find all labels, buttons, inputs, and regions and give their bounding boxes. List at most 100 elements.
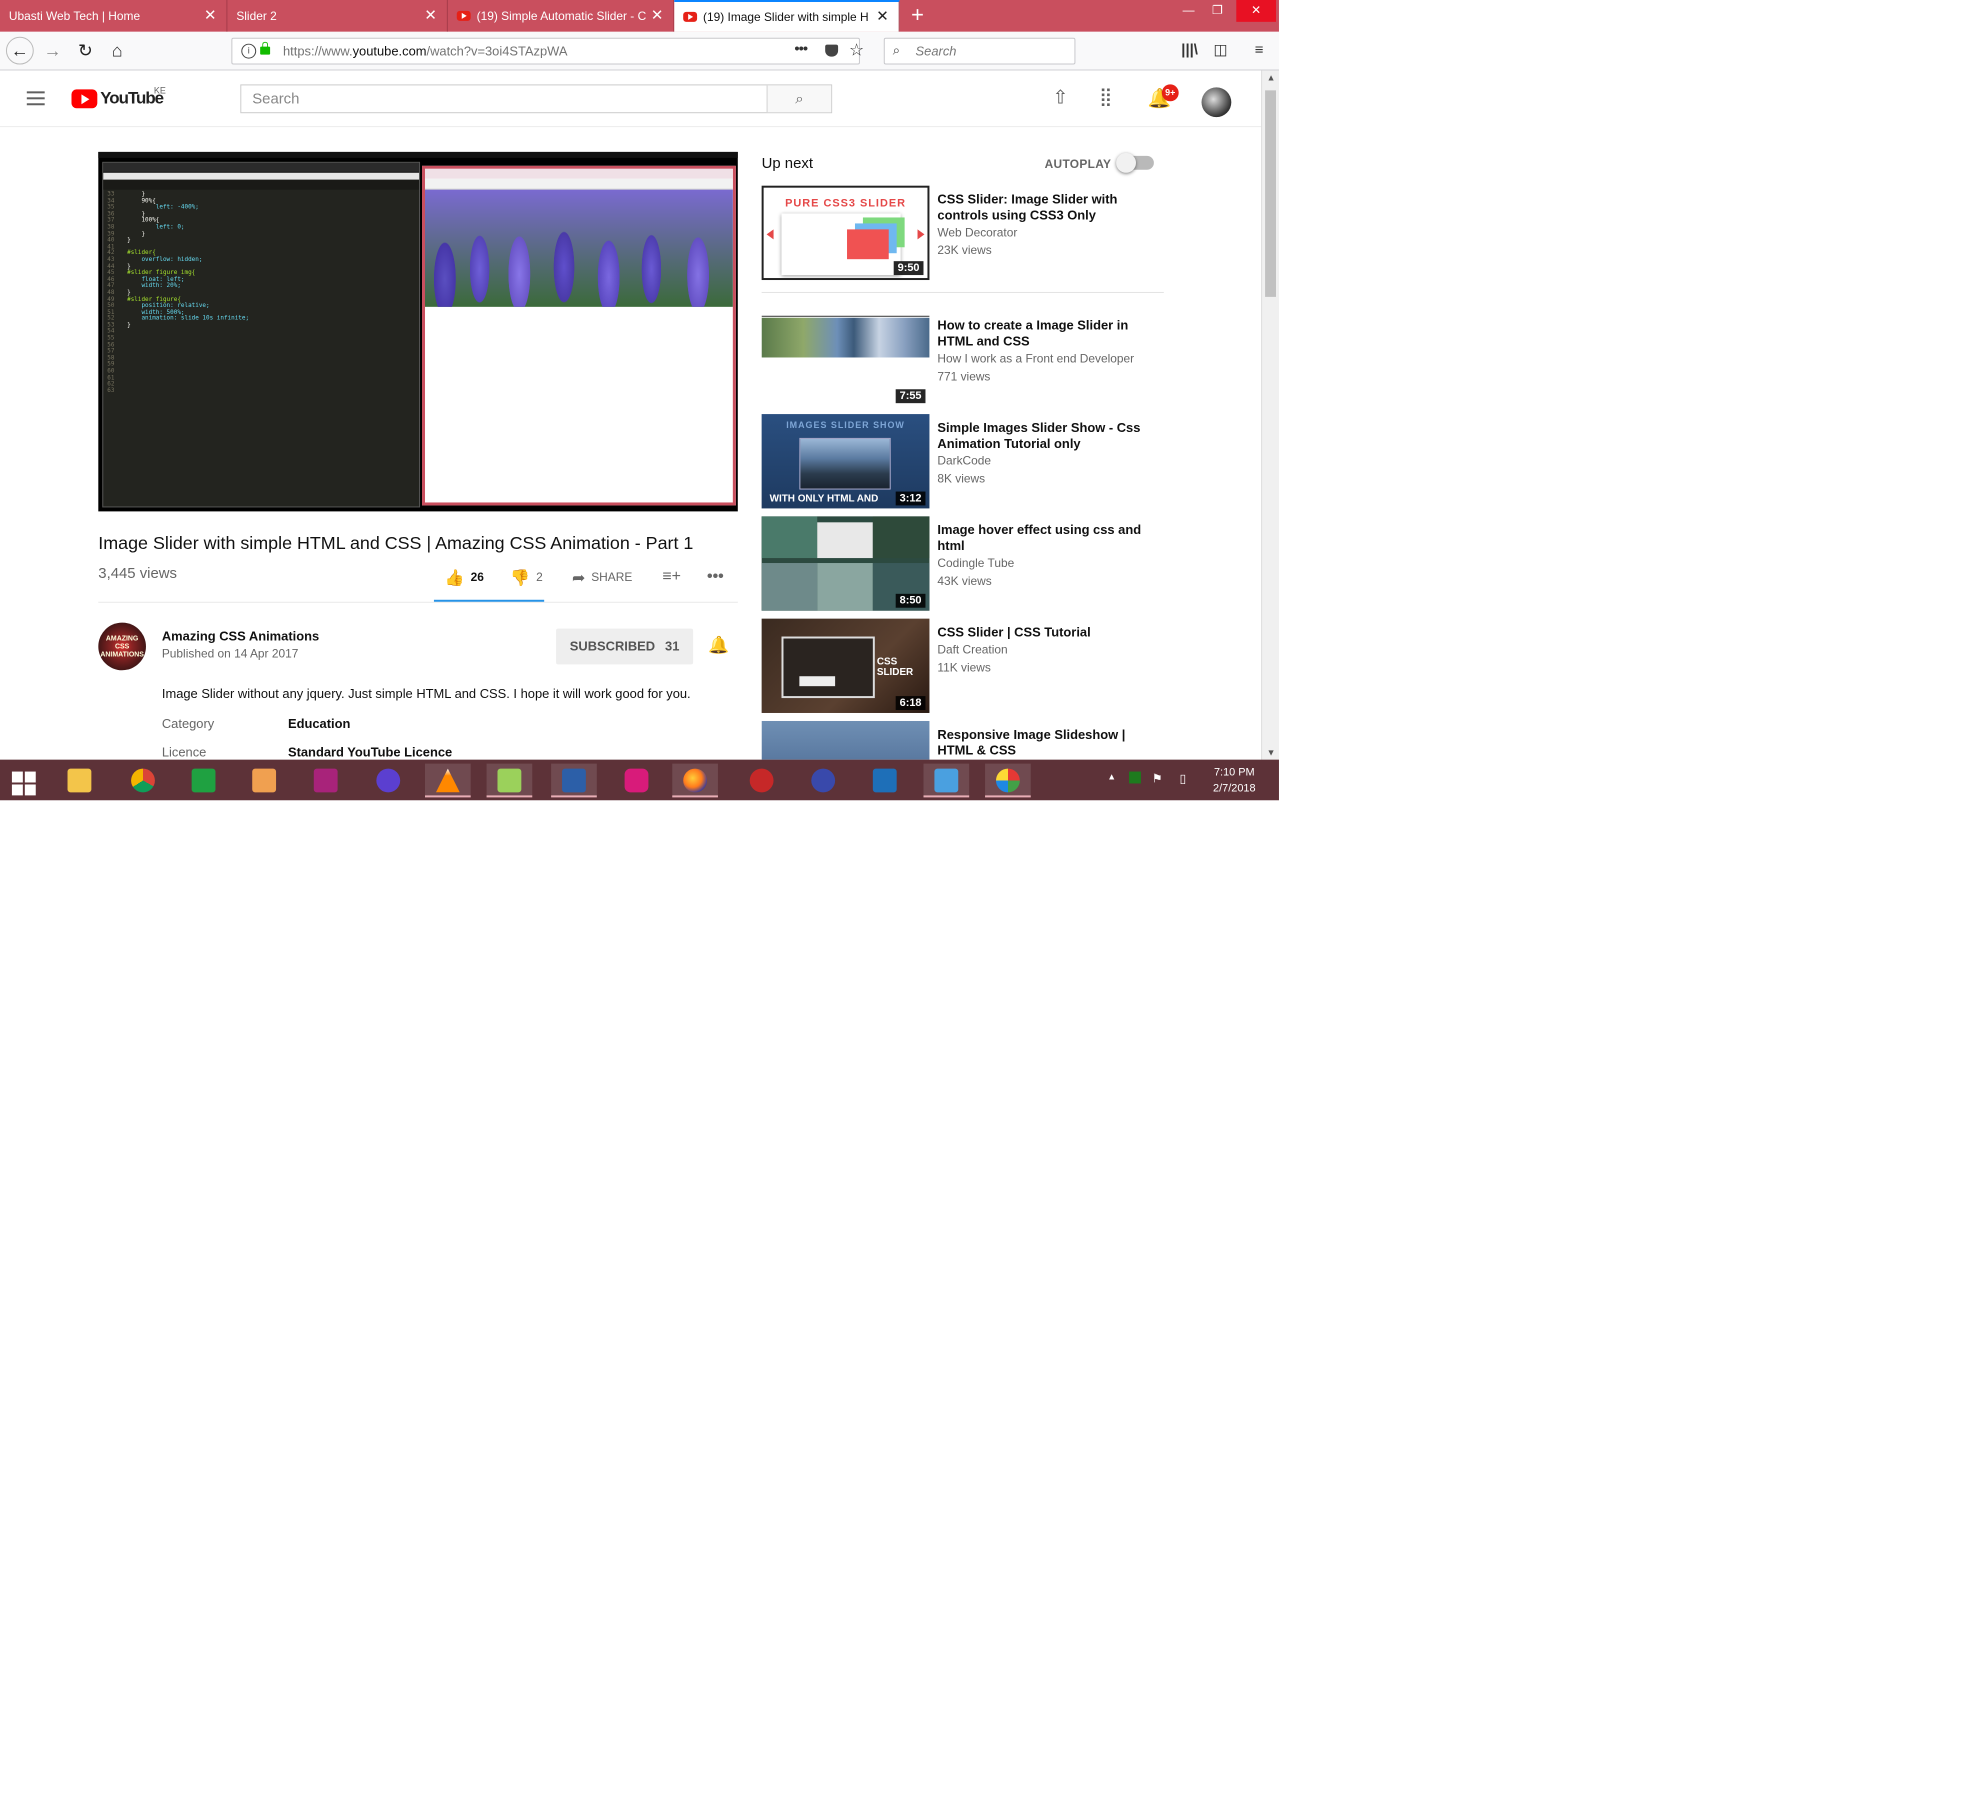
browser-tab[interactable]: Slider 2 ✕ [227,0,448,32]
paint-icon[interactable] [985,763,1031,798]
action-center-flag-icon[interactable]: ⚑ [1152,772,1163,786]
code-line: 63 [107,387,415,395]
channel-name: Web Decorator [937,225,1018,240]
video-title[interactable]: CSS Slider | CSS Tutorial [937,625,1146,641]
search-placeholder: Search [252,90,300,108]
library-icon[interactable]: |||\ [1178,38,1202,64]
channel-avatar[interactable]: AMAZING CSS ANIMATIONS [98,622,146,671]
video-title[interactable]: Image hover effect using css and html [937,522,1146,554]
add-to-playlist-icon[interactable]: ≡+ [662,568,681,586]
code-editor-screenshot: 33 } 34 90%{35 left: -400%; 36 } 37 100%{38… [102,161,421,508]
category-value[interactable]: Education [288,716,350,731]
battery-icon[interactable]: ▯ [1180,772,1187,786]
back-icon[interactable]: ← [5,36,34,65]
video-title[interactable]: Simple Images Slider Show - Css Animatio… [937,420,1146,452]
recommended-video[interactable]: PURE CSS3 SLIDER 9:50 CSS Slider: Image … [761,185,1169,281]
video-thumbnail[interactable]: 7:55 [761,311,930,407]
red-app-icon[interactable] [739,764,785,798]
url-prefix: https://www. [283,43,353,59]
chrome-icon[interactable] [120,764,166,798]
tray-overflow-icon[interactable]: ▲ [1107,772,1116,782]
channel-name[interactable]: Amazing CSS Animations [162,629,319,644]
share-button[interactable]: ➦ SHARE [572,568,632,588]
address-bar[interactable]: i https://www.youtube.com/watch?v=3oi4ST… [231,37,864,65]
browser-tab[interactable]: (19) Simple Automatic Slider - C ✕ [448,0,675,32]
youtube-search-input[interactable]: Search ⌕ [240,84,833,114]
recommended-video[interactable]: IMAGES SLIDER SHOW WITH ONLY HTML AND 3:… [761,414,1169,509]
subscriber-count: 31 [665,638,680,654]
video-thumbnail[interactable] [761,720,930,760]
search-button[interactable]: ⌕ [766,85,832,113]
scrollbar-thumb[interactable] [1265,90,1277,297]
windows-taskbar: ▲ ⚑ ▯ [0,759,1279,801]
tab-strip: Ubasti Web Tech | Home ✕ Slider 2 ✕ (19)… [0,0,1279,32]
remote-desktop-icon[interactable] [923,763,970,798]
upload-icon[interactable]: ⇧ [1053,86,1069,109]
restore-icon[interactable]: ❐ [1201,0,1235,22]
account-avatar[interactable] [1201,87,1232,118]
video-thumbnail[interactable]: PURE CSS3 SLIDER 9:50 [761,185,930,281]
page-actions-icon[interactable]: ••• [794,39,808,61]
file-explorer-icon[interactable] [57,764,103,798]
video-title[interactable]: Responsive Image Slideshow | HTML & CSS [937,727,1146,759]
video-thumbnail[interactable]: 8:50 [761,516,930,611]
media-player-icon[interactable] [241,764,287,798]
tray-app-icon[interactable] [1129,771,1141,784]
windows-start-icon[interactable] [11,771,36,796]
video-title[interactable]: How to create a Image Slider in HTML and… [937,318,1146,350]
pocket-icon[interactable] [825,44,839,57]
recommended-video[interactable]: CSS SLIDER 6:18 CSS Slider | CSS Tutoria… [761,618,1169,714]
camera-icon[interactable] [303,764,349,798]
licence-label: Licence [161,744,207,760]
close-tab-icon[interactable]: ✕ [651,0,663,32]
close-tab-icon[interactable]: ✕ [876,2,888,32]
search-placeholder: Search [915,43,957,59]
video-thumbnail[interactable]: CSS SLIDER 6:18 [761,618,930,713]
bookmark-star-icon[interactable]: ☆ [849,41,864,61]
video-title[interactable]: CSS Slider: Image Slider with controls u… [937,192,1146,224]
menu-icon[interactable]: ≡ [1248,38,1270,64]
virtualbox-icon[interactable] [862,764,908,798]
sidebar-icon[interactable]: ◫ [1209,38,1231,64]
page-scrollbar[interactable]: ▲ ▼ [1261,70,1279,760]
firefox-icon[interactable] [672,763,718,798]
browser-tab[interactable]: Ubasti Web Tech | Home ✕ [0,0,228,32]
settings-gear-icon[interactable] [365,764,411,798]
info-icon[interactable]: i [241,43,257,59]
pink-app-icon[interactable] [614,764,660,798]
guide-menu-icon[interactable] [26,91,45,109]
forward-icon[interactable]: → [39,37,67,65]
taskbar-clock[interactable]: 7:10 PM 2/7/2018 [1199,765,1270,797]
new-tab-icon[interactable]: + [906,0,930,32]
store-icon[interactable] [181,764,227,798]
dislike-button[interactable]: 👎 2 [510,568,542,588]
autoplay-toggle[interactable] [1116,152,1154,173]
infinity-app-icon[interactable] [800,764,846,798]
code-text: animation: slide 10s infinite; [127,315,250,323]
notification-bell-icon[interactable]: 🔔 [708,636,729,656]
close-window-icon[interactable]: ✕ [1236,0,1277,22]
video-thumbnail[interactable]: IMAGES SLIDER SHOW WITH ONLY HTML AND 3:… [761,414,930,509]
recommended-video[interactable]: 7:55 How to create a Image Slider in HTM… [761,311,1169,407]
lock-icon[interactable] [260,41,271,55]
notepad-icon[interactable] [486,763,533,798]
dev-cpp-icon[interactable] [551,763,597,798]
home-icon[interactable]: ⌂ [103,37,131,65]
apps-grid-icon[interactable]: ⣿ [1099,86,1112,107]
scroll-down-icon[interactable]: ▼ [1262,748,1279,758]
like-button[interactable]: 👍 26 [445,568,484,588]
view-count: 771 views [937,369,991,384]
browser-tab-active[interactable]: (19) Image Slider with simple H ✕ [674,0,900,32]
recommended-video[interactable]: Responsive Image Slideshow | HTML & CSS [761,720,1169,760]
more-actions-icon[interactable]: ••• [707,568,724,586]
reload-icon[interactable]: ↻ [71,37,99,65]
vlc-icon[interactable] [425,763,471,798]
subscribe-button[interactable]: SUBSCRIBED 31 [556,628,694,665]
close-tab-icon[interactable]: ✕ [204,0,216,32]
video-player[interactable]: 33 } 34 90%{35 left: -400%; 36 } 37 100%{38… [98,151,738,512]
scroll-up-icon[interactable]: ▲ [1262,72,1279,82]
url-text[interactable]: https://www.youtube.com/watch?v=3oi4STAz… [283,39,567,64]
browser-search-box[interactable]: ⌕ Search [883,37,1076,65]
close-tab-icon[interactable]: ✕ [424,0,436,32]
recommended-video[interactable]: 8:50 Image hover effect using css and ht… [761,516,1169,611]
